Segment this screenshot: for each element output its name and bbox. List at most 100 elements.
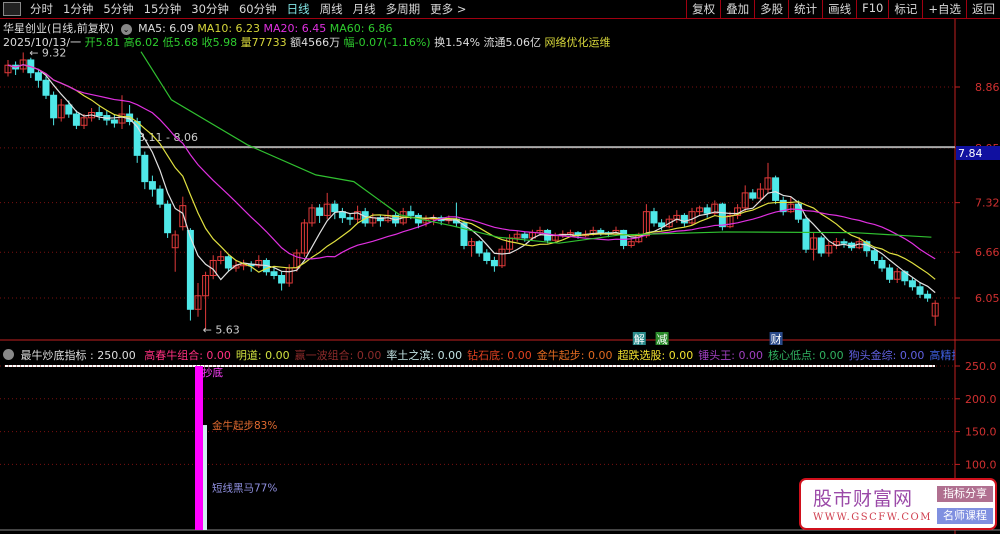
candle <box>164 200 172 238</box>
indicator-item-value: 0.00 <box>202 349 231 362</box>
indicator-item-value: 0.00 <box>815 349 844 362</box>
candle <box>840 238 848 248</box>
candle <box>57 99 65 122</box>
candle <box>156 185 164 208</box>
candle <box>650 207 658 227</box>
candle-body <box>331 203 339 213</box>
indicator-item: 赢一波组合: 0.00 <box>295 349 382 362</box>
indicator-item: 狗头金综: 0.00 <box>849 349 925 362</box>
candle <box>490 256 498 272</box>
candle <box>171 230 179 272</box>
candle-body <box>278 275 286 284</box>
indicator-item-value: 0.00 <box>261 349 290 362</box>
candle <box>498 245 506 268</box>
indicator-y-tick: 250.0 <box>965 360 997 373</box>
indicator-item: 明道: 0.00 <box>236 349 290 362</box>
candle <box>110 114 118 128</box>
y-tick-label: 6.66 <box>975 246 1000 259</box>
candle-body <box>650 211 658 224</box>
signal-bar-bottom <box>195 366 203 530</box>
candle <box>452 202 460 227</box>
candle <box>688 207 696 226</box>
candle <box>278 271 286 291</box>
candle <box>95 106 103 121</box>
candle-body <box>802 218 810 250</box>
candle <box>878 256 886 272</box>
candle-body <box>483 252 491 261</box>
candle-body <box>65 104 73 115</box>
indicator-item-label: 高春牛组合: <box>144 349 203 362</box>
candle-body <box>148 181 156 190</box>
candle <box>217 250 225 265</box>
high-price-label: ← 9.32 <box>29 46 66 59</box>
indicator-item-value: 0.00 <box>353 349 382 362</box>
candle <box>513 230 521 242</box>
candle <box>270 267 278 280</box>
candle <box>202 271 210 330</box>
candle <box>19 52 27 73</box>
candle-body <box>407 211 415 216</box>
candle <box>749 189 757 201</box>
indicator-item-value: 0.00 <box>434 349 463 362</box>
watermark-logo: 股市财富网 WWW.GSCFW.COM 指标分享 名师课程 <box>799 478 997 530</box>
indicator-item: 超跌选股: 0.00 <box>618 349 694 362</box>
candle <box>810 232 818 261</box>
candle-body <box>924 293 932 299</box>
candle-body <box>224 256 232 269</box>
candle <box>703 204 711 218</box>
indicator-item-label: 超跌选股: <box>617 349 666 362</box>
candle-body <box>521 233 529 239</box>
candle <box>673 210 681 223</box>
indicator-item-value: 0.00 <box>584 349 613 362</box>
candle-body <box>878 259 886 269</box>
signal-label: 财 <box>771 332 782 346</box>
candle <box>50 91 58 126</box>
candle-body <box>110 119 118 124</box>
tag-indicator-share[interactable]: 指标分享 <box>937 486 993 502</box>
candle <box>893 267 901 284</box>
high-value: 9.32 <box>42 46 66 59</box>
candle <box>300 219 308 257</box>
candle <box>908 277 916 291</box>
logo-url: WWW.GSCFW.COM <box>813 512 932 523</box>
candle <box>475 240 483 257</box>
indicator-y-tick: 200.0 <box>965 393 997 406</box>
candle-body <box>916 286 924 295</box>
candle-body <box>346 217 354 220</box>
candle <box>141 151 149 190</box>
candle <box>734 204 742 220</box>
indicator-item: 率土之滨: 0.00 <box>386 349 462 362</box>
candle <box>680 213 688 227</box>
indicator-item-label: 赢一波组合: <box>294 349 354 362</box>
candle <box>4 59 12 77</box>
settings-circle-icon[interactable] <box>3 349 14 360</box>
indicator-item-label: 率土之滨: <box>386 349 435 362</box>
candle <box>323 192 331 220</box>
indicator-item: 钻石底: 0.00 <box>467 349 532 362</box>
candle-body <box>749 192 757 199</box>
candle <box>506 234 514 253</box>
signal-label: 解 <box>634 332 645 346</box>
indicator-item-value: 0.00 <box>665 349 694 362</box>
candle-body <box>95 112 103 117</box>
candle-body <box>50 94 58 119</box>
indicator-item: 核心低点: 0.00 <box>768 349 844 362</box>
candle-body <box>908 280 916 288</box>
candle-body <box>840 241 848 244</box>
indicator-item-label: 钻石底: <box>467 349 504 362</box>
indicator-signal-label: 短线黑马77% <box>212 481 277 494</box>
candle <box>764 162 772 193</box>
candle <box>544 228 552 244</box>
tag-teacher-course[interactable]: 名师课程 <box>937 508 993 524</box>
candle-body <box>772 177 780 201</box>
candle-body <box>870 250 878 261</box>
indicator-y-tick: 100.0 <box>965 458 997 471</box>
kline-chart[interactable]: 8.868.057.326.666.058.11 - 8.067.84← 9.3… <box>0 0 1000 534</box>
indicator-item-value: 0.00 <box>896 349 925 362</box>
candle <box>726 211 734 229</box>
indicator-item: 锤头王: 0.00 <box>698 349 763 362</box>
candle <box>331 200 339 220</box>
candle <box>696 205 704 216</box>
candle <box>787 196 795 214</box>
candle <box>551 232 559 242</box>
